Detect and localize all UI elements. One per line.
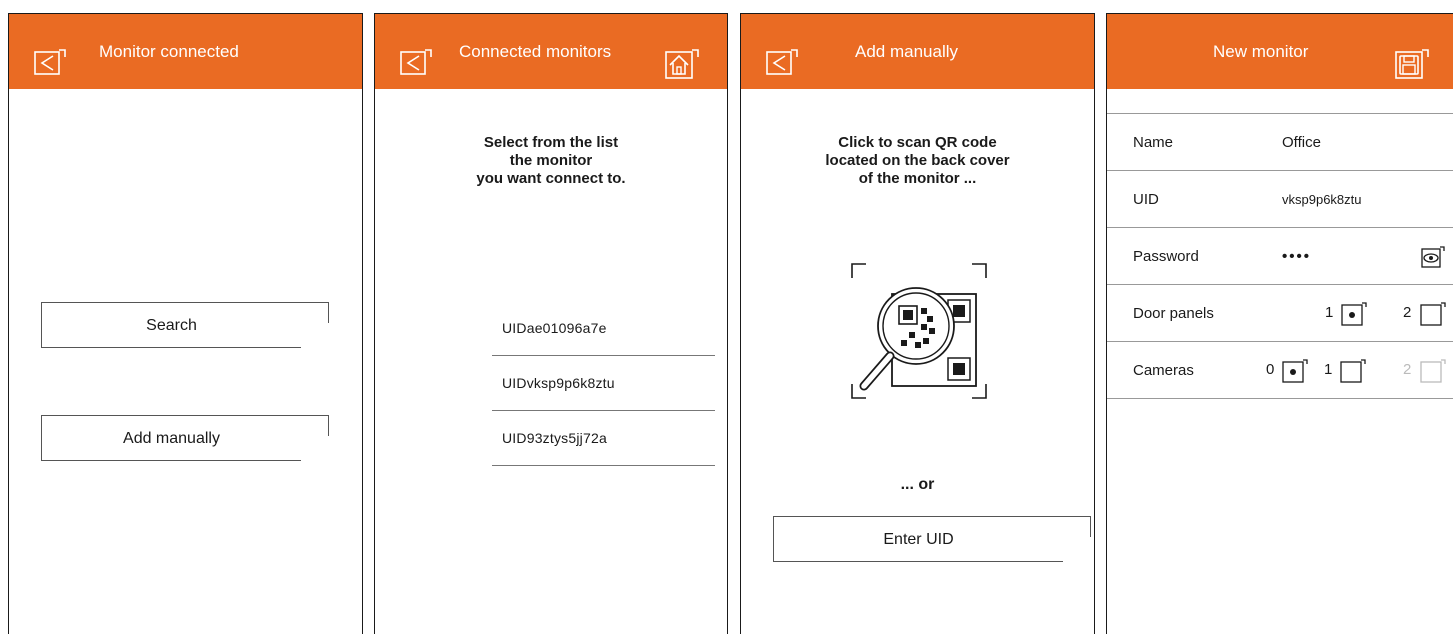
list-item[interactable]: UIDvksp9p6k8ztu xyxy=(492,356,715,411)
or-text: ... or xyxy=(900,476,935,493)
cameras-label: Cameras xyxy=(1133,362,1194,379)
password-field[interactable]: •••• xyxy=(1282,228,1311,285)
instruction-line: located on the back cover xyxy=(825,152,1010,169)
page-title: Monitor connected xyxy=(99,42,239,61)
door-panels-label: Door panels xyxy=(1133,305,1214,322)
instruction-line: you want connect to. xyxy=(476,170,626,187)
header: Connected monitors xyxy=(375,14,727,89)
page-title: Add manually xyxy=(855,42,959,61)
camera-checkbox-disabled-icon xyxy=(1420,359,1446,383)
panel-add-manually: Add manually Click to scan QR code locat… xyxy=(740,13,1095,634)
instruction-text: Select from the list the monitor you wan… xyxy=(375,134,727,188)
home-icon[interactable] xyxy=(665,49,701,79)
password-label: Password xyxy=(1133,248,1199,265)
uid-label: UID xyxy=(1133,191,1159,208)
door-panel-option-label: 2 xyxy=(1403,304,1412,321)
save-icon[interactable] xyxy=(1395,49,1431,79)
header: Monitor connected xyxy=(9,14,362,89)
page-title: New monitor xyxy=(1213,42,1309,61)
instruction-line: Click to scan QR code xyxy=(838,134,997,151)
cameras-row: Cameras 0 1 2 xyxy=(1107,342,1453,399)
back-arrow-icon[interactable] xyxy=(34,49,68,75)
back-arrow-icon[interactable] xyxy=(400,49,434,75)
uid-row[interactable]: UID vksp9p6k8ztu xyxy=(1107,171,1453,228)
page-title: Connected monitors xyxy=(459,42,612,61)
header: New monitor xyxy=(1107,14,1453,89)
instruction-line: the monitor xyxy=(509,152,593,169)
door-panel-option-label: 1 xyxy=(1325,304,1334,321)
instruction-text: Click to scan QR code located on the bac… xyxy=(741,134,1094,188)
enter-uid-button[interactable]: Enter UID xyxy=(773,516,1091,562)
add-manually-button[interactable]: Add manually xyxy=(41,415,329,461)
qr-scan-magnifier-icon[interactable] xyxy=(850,262,990,402)
search-button[interactable]: Search xyxy=(41,302,329,348)
camera-option-label: 0 xyxy=(1266,361,1275,378)
camera-checkbox-checked-icon[interactable] xyxy=(1282,359,1308,383)
password-row[interactable]: Password •••• xyxy=(1107,228,1453,285)
panel-connected-monitors: Connected monitors Select from the list … xyxy=(374,13,728,634)
header: Add manually xyxy=(741,14,1094,89)
door-panels-row: Door panels 1 2 xyxy=(1107,285,1453,342)
back-arrow-icon[interactable] xyxy=(766,49,800,75)
instruction-line: of the monitor ... xyxy=(858,170,977,187)
camera-option-label-disabled: 2 xyxy=(1403,361,1412,378)
list-item[interactable]: UIDae01096a7e xyxy=(492,301,715,356)
name-row[interactable]: Name Office xyxy=(1107,114,1453,171)
camera-checkbox-icon[interactable] xyxy=(1340,359,1366,383)
camera-option-label: 1 xyxy=(1324,361,1333,378)
door-panel-checkbox-icon[interactable] xyxy=(1420,302,1446,326)
uid-field[interactable]: vksp9p6k8ztu xyxy=(1282,171,1362,228)
door-panel-checkbox-checked-icon[interactable] xyxy=(1341,302,1367,326)
list-item[interactable]: UID93ztys5jj72a xyxy=(492,411,715,466)
instruction-line: Select from the list xyxy=(483,134,619,151)
name-label: Name xyxy=(1133,134,1174,151)
eye-icon[interactable] xyxy=(1421,246,1445,268)
name-field[interactable]: Office xyxy=(1282,114,1321,171)
monitor-list: UIDae01096a7e UIDvksp9p6k8ztu UID93ztys5… xyxy=(492,301,715,466)
panel-new-monitor: New monitor Name Office UID vksp9p6k8ztu… xyxy=(1106,13,1453,634)
panel-monitor-connected: Monitor connected Search Add manually xyxy=(8,13,363,634)
